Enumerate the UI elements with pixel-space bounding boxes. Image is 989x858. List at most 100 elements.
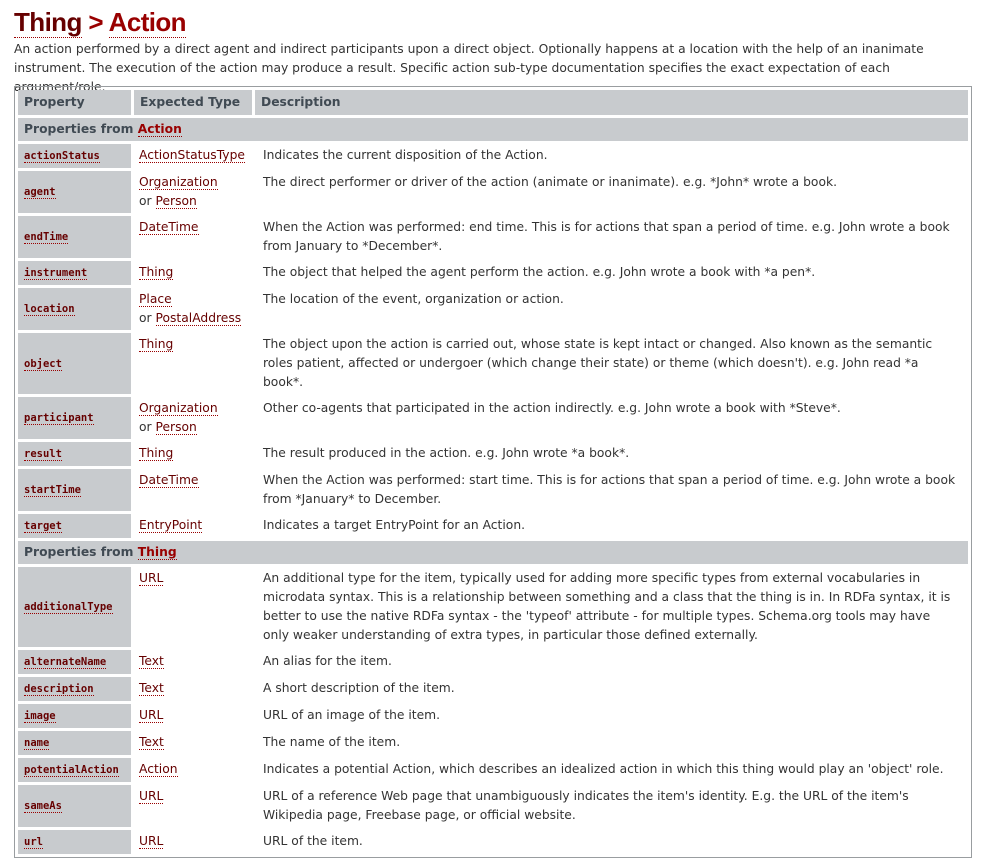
property-link[interactable]: sameAs <box>24 800 62 813</box>
expected-type-link[interactable]: Text <box>139 681 164 696</box>
description-cell: URL of a reference Web page that unambig… <box>263 789 909 822</box>
table-header-row: Property Expected Type Description <box>18 90 968 115</box>
description-cell: Indicates the current disposition of the… <box>263 148 548 162</box>
table-row: potentialAction Action Indicates a potenti… <box>18 758 968 782</box>
or-label: or <box>139 420 152 434</box>
description-cell: The direct performer or driver of the ac… <box>263 175 837 189</box>
property-cell: startTime <box>18 469 134 511</box>
expected-type-link[interactable]: Organization <box>139 401 218 416</box>
expected-type-link[interactable]: URL <box>139 571 164 586</box>
expected-type-link[interactable]: DateTime <box>139 473 199 488</box>
expected-type-cell: Thing <box>134 442 255 466</box>
description-cell: The result produced in the action. e.g. … <box>263 446 630 460</box>
description-cell: Other co-agents that participated in the… <box>263 401 841 415</box>
description-cell: The object upon the action is carried ou… <box>263 337 933 389</box>
expected-type-link[interactable]: Thing <box>139 337 174 352</box>
column-header-property: Property <box>18 90 134 115</box>
description-cell: Indicates a potential Action, which desc… <box>263 762 944 776</box>
breadcrumb-action-link[interactable]: Action <box>108 7 187 38</box>
expected-type-link[interactable]: Person <box>155 194 197 209</box>
description-cell: URL of an image of the item. <box>263 708 441 722</box>
property-cell: name <box>18 731 134 755</box>
section-type-link[interactable]: Thing <box>137 545 177 560</box>
expected-type-cell: Thing <box>134 333 255 394</box>
section-type-link[interactable]: Action <box>137 122 182 137</box>
expected-type-cell: Action <box>134 758 255 782</box>
table-row: url URL URL of the item. <box>18 830 968 854</box>
description-cell: A short description of the item. <box>263 681 455 695</box>
expected-type-link[interactable]: Text <box>139 654 164 669</box>
property-link[interactable]: participant <box>24 412 94 425</box>
table-row: result Thing The result produced in the ac… <box>18 442 968 466</box>
column-header-expected-type: Expected Type <box>134 90 255 115</box>
expected-type-link[interactable]: DateTime <box>139 220 199 235</box>
table-row: endTime DateTime When the Action was perfo… <box>18 216 968 258</box>
property-cell: agent <box>18 171 134 213</box>
breadcrumb-thing-link[interactable]: Thing <box>14 7 82 38</box>
table-row: target EntryPoint Indicates a target Entry… <box>18 514 968 538</box>
property-cell: object <box>18 333 134 394</box>
expected-type-link[interactable]: ActionStatusType <box>139 148 245 163</box>
property-link[interactable]: actionStatus <box>24 150 100 163</box>
expected-type-link[interactable]: Thing <box>139 446 174 461</box>
property-link[interactable]: object <box>24 357 62 371</box>
table-row: additionalType URL An additional type for … <box>18 567 968 647</box>
property-link[interactable]: image <box>24 710 56 723</box>
property-cell: location <box>18 288 134 330</box>
expected-type-link[interactable]: Thing <box>139 265 174 280</box>
expected-type-link[interactable]: Person <box>155 420 197 435</box>
expected-type-link[interactable]: Place <box>139 292 172 307</box>
table-row: startTime DateTime When the Action was per… <box>18 469 968 511</box>
property-cell: url <box>18 830 134 854</box>
table-row: name Text The name of the item. <box>18 731 968 755</box>
section-header-row: Properties from Thing <box>18 541 968 564</box>
expected-type-cell: ActionStatusType <box>134 144 255 168</box>
section-header-row: Properties from Action <box>18 118 968 141</box>
property-cell: endTime <box>18 216 134 258</box>
expected-type-cell: Text <box>134 650 255 674</box>
property-link[interactable]: agent <box>24 186 56 199</box>
expected-type-cell: URL <box>134 830 255 854</box>
property-link[interactable]: target <box>24 520 62 533</box>
description-cell: When the Action was performed: end time.… <box>263 220 950 253</box>
expected-type-link[interactable]: PostalAddress <box>155 311 242 326</box>
property-link[interactable]: alternateName <box>24 656 107 669</box>
expected-type-link[interactable]: Organization <box>139 175 218 190</box>
property-link[interactable]: instrument <box>24 267 88 280</box>
property-cell: potentialAction <box>18 758 134 782</box>
section-header: Properties from Action <box>18 118 968 141</box>
column-header-description: Description <box>255 90 968 115</box>
property-link[interactable]: startTime <box>24 484 81 497</box>
expected-type-cell: Text <box>134 677 255 701</box>
property-cell: participant <box>18 397 134 439</box>
table-row: object Thing The object upon the action is… <box>18 333 968 394</box>
expected-type-cell: Organization or Person <box>134 171 255 213</box>
property-link[interactable]: url <box>24 836 43 849</box>
section-header-label: Properties from <box>24 122 134 136</box>
property-cell: alternateName <box>18 650 134 674</box>
table-row: alternateName Text An alias for the item. <box>18 650 968 674</box>
expected-type-link[interactable]: URL <box>139 708 164 723</box>
property-link[interactable]: description <box>24 683 94 696</box>
table-row: location Place or PostalAddress The locatio… <box>18 288 968 330</box>
property-link[interactable]: location <box>24 303 75 316</box>
page: Thing > Action An action performed by a … <box>0 0 989 97</box>
expected-type-cell: DateTime <box>134 216 255 258</box>
property-link[interactable]: potentialAction <box>24 764 119 777</box>
property-link[interactable]: endTime <box>24 231 69 244</box>
description-cell: The name of the item. <box>263 735 401 749</box>
expected-type-link[interactable]: URL <box>139 789 164 804</box>
expected-type-link[interactable]: Action <box>139 762 178 777</box>
expected-type-link[interactable]: EntryPoint <box>139 518 203 533</box>
expected-type-link[interactable]: Text <box>139 735 164 750</box>
expected-type-link[interactable]: URL <box>139 834 164 849</box>
or-label: or <box>139 194 152 208</box>
expected-type-cell: DateTime <box>134 469 255 511</box>
expected-type-cell: Organization or Person <box>134 397 255 439</box>
description-cell: The object that helped the agent perform… <box>263 265 816 279</box>
properties-table-body: Properties from Action actionStatus Action… <box>18 118 968 854</box>
property-link[interactable]: result <box>24 448 62 461</box>
property-link[interactable]: additionalType <box>24 601 113 614</box>
description-cell: Indicates a target EntryPoint for an Act… <box>263 518 526 532</box>
property-link[interactable]: name <box>24 737 50 750</box>
